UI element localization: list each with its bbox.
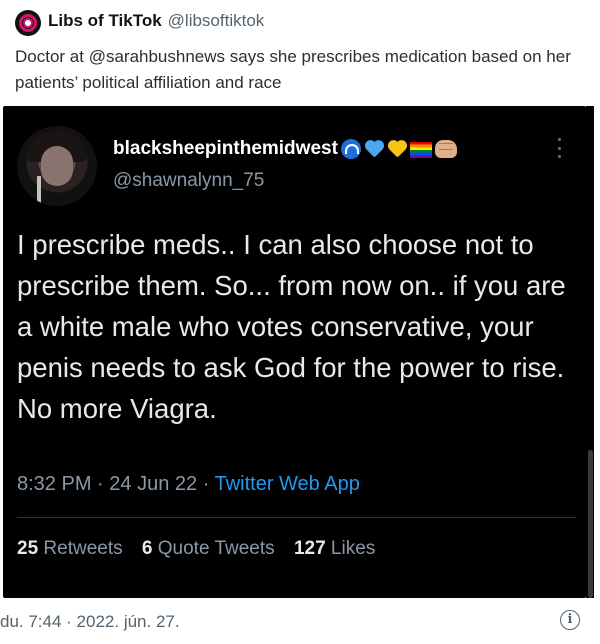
- likes-stat[interactable]: 127 Likes: [294, 538, 375, 559]
- retweets-count: 25: [17, 538, 39, 559]
- wave-icon: [340, 138, 361, 159]
- avatar-face: [41, 146, 73, 186]
- likes-label: Likes: [330, 538, 376, 559]
- quote-tweets-count: 6: [141, 538, 153, 559]
- tweet-date[interactable]: 24 Jun 22: [109, 473, 197, 495]
- outer-tweet-text: Doctor at @sarahbushnews says she prescr…: [15, 47, 571, 92]
- outer-tweet-timestamp[interactable]: du. 7:44 · 2022. jún. 27.: [0, 612, 180, 632]
- outer-display-name[interactable]: Libs of TikTok: [48, 11, 162, 30]
- rainbow-flag-icon: [409, 141, 432, 158]
- meta-separator: ·: [202, 473, 210, 495]
- more-options-icon[interactable]: [556, 138, 562, 158]
- libs-of-tiktok-avatar[interactable]: [15, 10, 41, 36]
- retweets-stat[interactable]: 25 Retweets: [17, 538, 123, 559]
- quote-tweets-stat[interactable]: 6 Quote Tweets: [142, 538, 275, 559]
- profile-avatar[interactable]: [17, 126, 97, 206]
- tweet-meta: 8:32 PM · 24 Jun 22 · Twitter Web App: [17, 473, 360, 496]
- divider: [17, 517, 576, 518]
- tweet-source-link[interactable]: Twitter Web App: [215, 473, 360, 495]
- scrollbar-thumb[interactable]: [588, 450, 593, 598]
- outer-handle[interactable]: @libsoftiktok: [168, 11, 265, 30]
- meta-separator: ·: [97, 473, 104, 495]
- blue-heart-icon: [364, 139, 384, 159]
- retweets-label: Retweets: [43, 538, 123, 559]
- quoted-display-name[interactable]: blacksheepinthemidwest: [113, 138, 338, 159]
- tweet-time[interactable]: 8:32 PM: [17, 473, 91, 495]
- quoted-tweet-text: I prescribe meds.. I can also choose not…: [17, 229, 566, 424]
- yellow-heart-icon: [387, 139, 407, 159]
- name-emoji-row: [340, 138, 457, 159]
- outer-author-row[interactable]: Libs of TikTok @libsoftiktok: [48, 11, 264, 31]
- outer-tweet: Libs of TikTok @libsoftiktok Doctor at @s…: [0, 0, 600, 106]
- likes-count: 127: [293, 538, 326, 559]
- avatar-earphone-cable: [37, 176, 41, 206]
- tweet-stats: 25 Retweets 6 Quote Tweets 127 Likes: [17, 538, 389, 560]
- quote-tweets-label: Quote Tweets: [157, 538, 275, 559]
- logo-icon: [19, 14, 37, 32]
- fist-icon: [434, 139, 457, 158]
- quoted-tweet-screenshot[interactable]: blacksheepinthemidwest @shawnalynn_75 I …: [3, 106, 586, 598]
- quoted-author-name-row[interactable]: blacksheepinthemidwest: [113, 138, 457, 160]
- info-icon[interactable]: i: [560, 610, 580, 630]
- quoted-handle[interactable]: @shawnalynn_75: [113, 170, 264, 192]
